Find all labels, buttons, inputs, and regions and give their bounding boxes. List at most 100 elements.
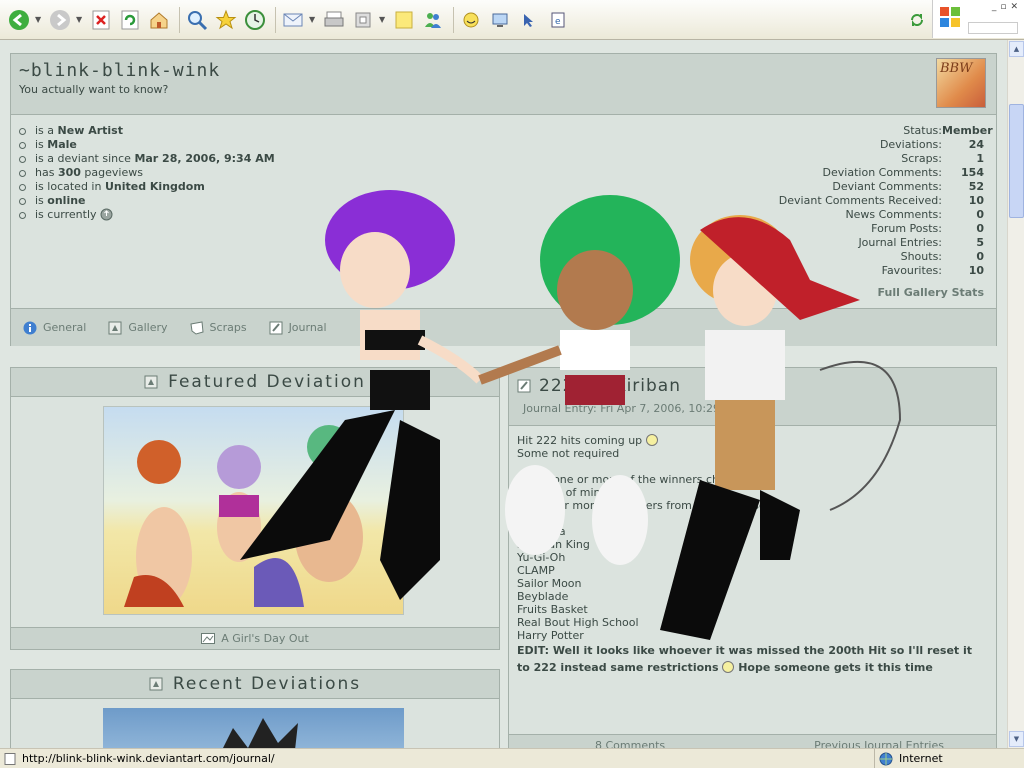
journal-line: Sailor Moon bbox=[517, 577, 582, 590]
close-icon[interactable]: ✕ bbox=[1010, 2, 1018, 12]
vertical-scrollbar[interactable]: ▲ ▼ bbox=[1007, 40, 1024, 748]
tab-scraps[interactable]: Scraps bbox=[189, 320, 247, 335]
mail-button[interactable] bbox=[280, 7, 306, 33]
stat-row: Deviant Comments Received: 10 bbox=[778, 194, 984, 207]
avatar-text: BBW bbox=[940, 61, 973, 76]
security-zone: Internet bbox=[874, 748, 1024, 768]
fact-item: is a New Artist bbox=[19, 124, 275, 138]
ie-page-button[interactable]: e bbox=[545, 7, 571, 33]
stop-button[interactable] bbox=[88, 7, 114, 33]
tab-journal[interactable]: Journal bbox=[269, 321, 327, 335]
mood-icon bbox=[100, 208, 113, 221]
scroll-thumb[interactable] bbox=[1009, 104, 1024, 218]
monitor-icon bbox=[492, 13, 508, 27]
notes-button[interactable] bbox=[391, 7, 417, 33]
printer-icon bbox=[324, 11, 344, 26]
status-url: http://blink-blink-wink.deviantart.com/j… bbox=[0, 752, 874, 765]
forward-button[interactable] bbox=[47, 7, 73, 33]
journal-line: InuYasha bbox=[517, 525, 566, 538]
stat-row: Forum Posts: 0 bbox=[871, 222, 984, 235]
journal-edit-note: EDIT: Well it looks like whoever it was … bbox=[517, 644, 973, 674]
forward-arrow-icon bbox=[50, 9, 70, 30]
stat-row: Scraps: 1 bbox=[901, 152, 984, 165]
tab-gallery[interactable]: Gallery bbox=[108, 321, 168, 335]
journal-line: Hit 222 hits coming up bbox=[517, 434, 987, 447]
recent-thumbnail[interactable] bbox=[103, 708, 404, 748]
gallery-icon bbox=[149, 677, 163, 691]
journal-line: Yu-Gi-Oh bbox=[517, 551, 566, 564]
username[interactable]: ~blink-blink-wink bbox=[19, 60, 988, 81]
sync-button[interactable] bbox=[904, 7, 930, 33]
full-gallery-stats-link[interactable]: Full Gallery Stats bbox=[878, 286, 984, 299]
stat-row: Deviation Comments: 154 bbox=[822, 166, 984, 179]
smiley-button[interactable] bbox=[458, 7, 484, 33]
gallery-icon bbox=[108, 321, 122, 334]
status-bar: http://blink-blink-wink.deviantart.com/j… bbox=[0, 748, 1024, 768]
svg-text:e: e bbox=[555, 17, 561, 27]
edit-button[interactable] bbox=[350, 7, 376, 33]
smiley-icon bbox=[645, 434, 658, 446]
journal-line: Fruits Basket bbox=[517, 603, 588, 616]
profile-tagline: You actually want to know? bbox=[19, 83, 169, 96]
journal-line: Or more of mine bbox=[517, 486, 608, 499]
favorites-button[interactable] bbox=[213, 7, 239, 33]
smiley-icon bbox=[722, 661, 735, 673]
mail-dropdown-icon[interactable]: ▼ bbox=[309, 15, 317, 24]
refresh-button[interactable] bbox=[117, 7, 143, 33]
scroll-up-icon[interactable]: ▲ bbox=[1009, 41, 1024, 57]
tab-general[interactable]: General bbox=[23, 321, 86, 335]
featured-image[interactable] bbox=[103, 406, 404, 615]
profile-header: ~blink-blink-wink You actually want to k… bbox=[11, 54, 996, 115]
comments-link[interactable]: 8 Comments bbox=[595, 739, 665, 748]
window-field bbox=[968, 22, 1018, 34]
cursor-button[interactable] bbox=[516, 7, 542, 33]
search-button[interactable] bbox=[184, 7, 210, 33]
home-icon bbox=[150, 11, 168, 28]
fact-item: has 300 pageviews bbox=[19, 166, 275, 180]
sticky-note-icon bbox=[395, 11, 413, 28]
messenger-icon bbox=[425, 12, 441, 28]
back-arrow-icon bbox=[9, 9, 29, 30]
journal-line bbox=[517, 460, 987, 473]
avatar[interactable]: BBW bbox=[936, 58, 986, 108]
globe-icon bbox=[879, 752, 893, 765]
profile-tabs: General Gallery Scraps Journal bbox=[11, 308, 996, 346]
previous-journal-link[interactable]: Previous Journal Entries bbox=[814, 739, 944, 748]
windows-logo-area: _ ▫ ✕ bbox=[932, 0, 1024, 38]
journal-line: Or one or more characters from any these… bbox=[517, 499, 797, 512]
fact-item: is currently bbox=[19, 208, 275, 222]
journal-title: 222 Hit Kiriban bbox=[517, 376, 988, 396]
mail-icon bbox=[283, 13, 303, 26]
recent-artwork bbox=[223, 718, 298, 748]
page-icon: e bbox=[551, 12, 565, 27]
profile-panel: ~blink-blink-wink You actually want to k… bbox=[10, 53, 997, 346]
journal-icon bbox=[269, 321, 283, 334]
stat-row: Journal Entries: 5 bbox=[858, 236, 984, 249]
fact-item: is Male bbox=[19, 138, 275, 152]
restore-icon[interactable]: ▫ bbox=[1000, 2, 1006, 12]
messenger-button[interactable] bbox=[420, 7, 446, 33]
back-dropdown-icon[interactable]: ▼ bbox=[35, 15, 43, 24]
journal-line: Harry Potter bbox=[517, 629, 584, 642]
back-button[interactable] bbox=[6, 7, 32, 33]
forward-dropdown-icon[interactable]: ▼ bbox=[76, 15, 84, 24]
featured-artwork bbox=[124, 425, 363, 607]
star-icon bbox=[215, 9, 237, 29]
minimize-icon[interactable]: _ bbox=[992, 2, 997, 12]
journal-panel: 222 Hit Kiriban Journal Entry: Fri Apr 7… bbox=[508, 367, 997, 748]
browser-toolbar: ▼ ▼ ▼ ▼ e _ ▫ ✕ bbox=[0, 0, 1024, 40]
journal-line: Some not required bbox=[517, 447, 620, 460]
recent-deviations-panel: Recent Deviations bbox=[10, 669, 500, 748]
home-button[interactable] bbox=[146, 7, 172, 33]
journal-line: Real Bout High School bbox=[517, 616, 639, 629]
featured-caption[interactable]: A Girl's Day Out bbox=[11, 627, 499, 649]
window-controls: _ ▫ ✕ bbox=[992, 2, 1018, 12]
screen-button[interactable] bbox=[487, 7, 513, 33]
history-button[interactable] bbox=[242, 7, 268, 33]
edit-dropdown-icon[interactable]: ▼ bbox=[379, 15, 387, 24]
scroll-down-icon[interactable]: ▼ bbox=[1009, 731, 1024, 747]
profile-facts: is a New Artist is Male is a deviant sin… bbox=[19, 124, 275, 222]
page-viewport: ~blink-blink-wink You actually want to k… bbox=[0, 40, 1007, 748]
print-button[interactable] bbox=[321, 7, 347, 33]
journal-icon bbox=[517, 379, 531, 393]
